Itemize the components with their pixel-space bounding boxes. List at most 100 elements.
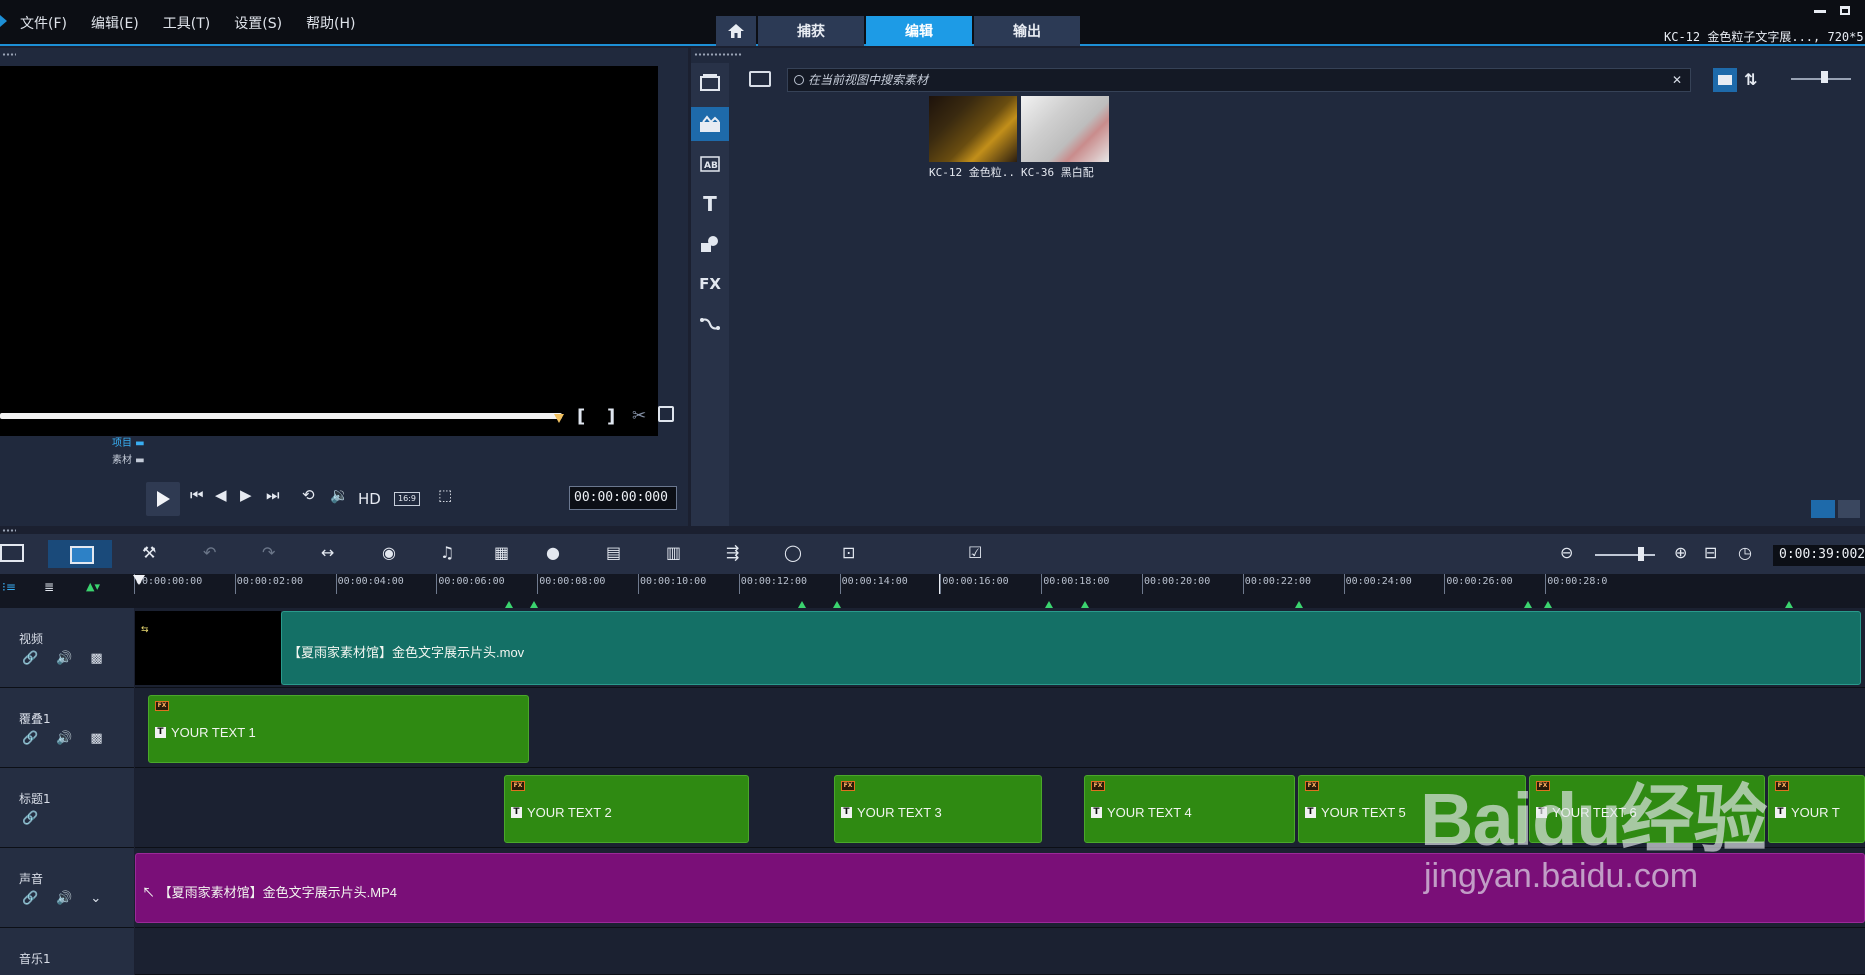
mute-icon[interactable]: 🔊 <box>56 651 72 666</box>
fx-icon[interactable]: FX <box>691 267 729 301</box>
chapter-marker-icon[interactable] <box>798 601 806 608</box>
show-library-icon[interactable] <box>1811 500 1835 518</box>
ripple-link-icon[interactable]: 🔗 <box>22 891 38 906</box>
mark-out-button[interactable]: ] <box>607 406 615 427</box>
record-capture-icon[interactable]: ◉ <box>382 543 396 562</box>
clip-mode-label[interactable]: 素材 ▬ <box>112 451 145 466</box>
project-duration[interactable]: 0:00:39:002 <box>1773 545 1865 566</box>
subtitle-editor-icon[interactable]: ▤ <box>606 543 621 562</box>
instant-project-icon[interactable] <box>691 107 729 141</box>
sort-icon[interactable]: ⇅ <box>1744 70 1757 89</box>
transition-icon[interactable]: AB <box>691 147 729 181</box>
zoom-out-icon[interactable]: ⊖ <box>1560 543 1573 562</box>
music-track-lane[interactable] <box>135 928 1865 975</box>
enlarge-preview-icon[interactable] <box>658 406 674 422</box>
zoom-slider[interactable] <box>1595 554 1655 556</box>
playhead[interactable] <box>133 575 145 585</box>
title-clip[interactable]: FX T YOUR TEXT 2 <box>504 775 749 843</box>
tab-edit[interactable]: 编辑 <box>866 16 972 46</box>
track-list-icon[interactable]: ≣ <box>44 580 54 594</box>
menu-tools[interactable]: 工具(T) <box>163 13 210 33</box>
add-folder-icon[interactable] <box>749 71 771 87</box>
redo-icon[interactable]: ↷ <box>262 543 275 562</box>
chapter-marker-icon[interactable] <box>1524 601 1532 608</box>
preview-timecode[interactable]: 00:00:00:000 <box>569 486 677 510</box>
title-clip[interactable]: FX T YOUR T <box>1768 775 1865 843</box>
title-clip[interactable]: FX T YOUR TEXT 6 <box>1529 775 1765 843</box>
go-to-end-icon[interactable]: ⏭ <box>266 486 280 504</box>
mask-creator-icon[interactable]: ◯ <box>784 543 802 562</box>
time-remap-icon[interactable]: ⇶ <box>726 543 739 562</box>
volume-icon[interactable]: 🔉 <box>330 486 349 504</box>
auto-music-icon[interactable]: ▦ <box>494 543 509 562</box>
storyboard-view-icon[interactable] <box>0 544 24 562</box>
play-button[interactable] <box>146 482 180 516</box>
audio-mixer-icon[interactable]: ♫ <box>440 543 454 562</box>
title-icon[interactable]: T <box>691 187 729 221</box>
track-header-title[interactable]: 标题1 🔗 <box>0 768 134 848</box>
path-icon[interactable] <box>691 307 729 341</box>
fit-project-icon[interactable]: ⊟ <box>1704 543 1717 562</box>
zoom-in-icon[interactable]: ⊕ <box>1674 543 1687 562</box>
split-clip-icon[interactable]: ✂ <box>632 406 646 426</box>
panel-grip-icon[interactable] <box>694 53 742 56</box>
ripple-link-icon[interactable]: 🔗 <box>22 651 38 666</box>
app-arrow-icon[interactable] <box>0 15 7 27</box>
expand-waveform-icon[interactable]: ⌄ <box>90 891 101 906</box>
preview-screen[interactable] <box>0 66 658 436</box>
search-input[interactable] <box>808 73 1672 87</box>
video-black-segment[interactable]: ⇆ <box>135 611 281 685</box>
ripple-link-icon[interactable]: 🔗 <box>22 811 38 826</box>
previous-frame-icon[interactable]: ◀ <box>215 486 227 504</box>
scrubber-track[interactable] <box>0 413 562 419</box>
overlay-track-lane[interactable]: FX T YOUR TEXT 1 <box>135 688 1865 768</box>
track-manager-icon[interactable]: ⁝≡ <box>2 580 16 594</box>
minimize-icon[interactable] <box>1814 10 1826 13</box>
track-header-video[interactable]: 视频 🔗 🔊 ▩ <box>0 608 134 688</box>
voice-track-lane[interactable]: ↖ 【夏雨家素材馆】金色文字展示片头.MP4 <box>135 848 1865 928</box>
media-library-icon[interactable] <box>691 65 729 99</box>
undo-icon[interactable]: ↶ <box>203 543 216 562</box>
repeat-icon[interactable]: ⟲ <box>302 486 315 504</box>
menu-file[interactable]: 文件(F) <box>20 13 67 33</box>
zoom-slider-knob[interactable] <box>1638 547 1644 561</box>
ripple-link-icon[interactable]: 🔗 <box>22 731 38 746</box>
chapter-marker-icon[interactable] <box>505 601 513 608</box>
mark-in-button[interactable]: [ <box>577 406 585 427</box>
hd-preview-button[interactable]: HD <box>358 490 381 508</box>
menu-help[interactable]: 帮助(H) <box>306 13 355 33</box>
overlay-clip[interactable]: FX T YOUR TEXT 1 <box>148 695 529 763</box>
menu-settings[interactable]: 设置(S) <box>234 13 282 33</box>
panel-grip-icon[interactable] <box>2 53 16 56</box>
chapter-marker-icon[interactable] <box>1544 601 1552 608</box>
track-transparency-icon[interactable]: ▩ <box>90 731 102 746</box>
panel-grip-icon[interactable] <box>2 529 16 532</box>
menu-edit[interactable]: 编辑(E) <box>91 13 139 33</box>
track-header-voice[interactable]: 声音 🔗 🔊 ⌄ <box>0 848 134 928</box>
graphics-icon[interactable] <box>691 227 729 261</box>
multi-camera-icon[interactable]: ▥ <box>666 543 681 562</box>
crop-select-icon[interactable]: ⬚ <box>438 486 452 504</box>
title-clip[interactable]: FX T YOUR TEXT 5 <box>1298 775 1526 843</box>
video-clip[interactable]: 【夏雨家素材馆】金色文字展示片头.mov <box>281 611 1861 685</box>
fit-timeline-icon[interactable]: ↔ <box>321 543 334 562</box>
chapter-marker-icon[interactable] <box>530 601 538 608</box>
next-frame-icon[interactable]: ▶ <box>240 486 252 504</box>
tab-capture[interactable]: 捕获 <box>758 16 864 46</box>
tab-home[interactable] <box>716 16 756 46</box>
mute-icon[interactable]: 🔊 <box>56 731 72 746</box>
add-marker-icon[interactable]: ▲▾ <box>86 580 100 593</box>
trim-handle-icon[interactable] <box>554 414 564 423</box>
chapter-marker-icon[interactable] <box>1785 601 1793 608</box>
track-transparency-icon[interactable]: ▩ <box>90 651 102 666</box>
list-view-button[interactable] <box>1713 68 1737 92</box>
track-header-music[interactable]: 音乐1 <box>0 928 134 975</box>
title-clip[interactable]: FX T YOUR TEXT 4 <box>1084 775 1295 843</box>
tab-share[interactable]: 输出 <box>974 16 1080 46</box>
go-to-start-icon[interactable]: ⏮ <box>190 486 204 504</box>
project-mode-label[interactable]: 项目 ▬ <box>112 434 145 449</box>
title-clip[interactable]: FX T YOUR TEXT 3 <box>834 775 1042 843</box>
show-options-icon[interactable] <box>1838 500 1860 518</box>
timeline-view-button[interactable] <box>48 540 112 568</box>
title-track-lane[interactable]: FX T YOUR TEXT 2 FX T YOUR TEXT 3 FX T YOUR… <box>135 768 1865 848</box>
